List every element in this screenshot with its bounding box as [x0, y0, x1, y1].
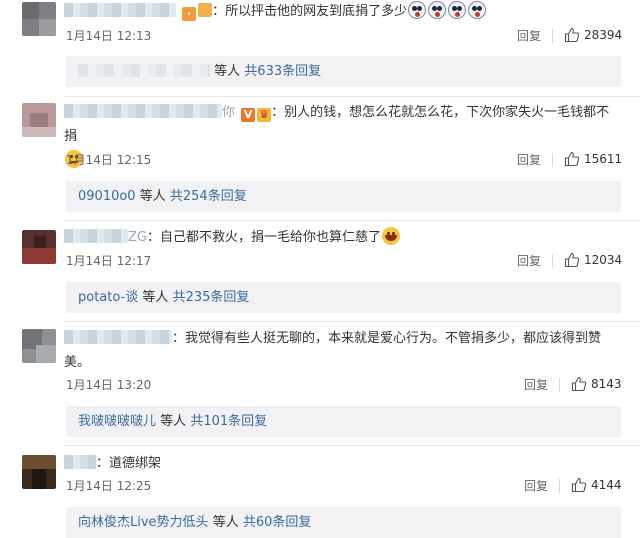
- divider: [552, 153, 553, 167]
- comment-body: ：道德绑架: [96, 456, 162, 471]
- separator: [64, 321, 640, 322]
- thumbs-up-icon: [564, 252, 580, 268]
- vip-badge-icon: ·: [182, 7, 197, 21]
- total-replies-link[interactable]: 共254条回复: [170, 189, 247, 204]
- like-button[interactable]: 15611: [564, 151, 622, 167]
- divider: [559, 378, 560, 392]
- like-button[interactable]: 12034: [564, 252, 622, 268]
- divider: [552, 254, 553, 268]
- avatar[interactable]: [22, 230, 56, 264]
- total-replies-link[interactable]: 共633条回复: [244, 64, 321, 79]
- username-tail[interactable]: ZG: [128, 230, 147, 245]
- reply-button[interactable]: 回复: [517, 28, 541, 44]
- total-replies-link[interactable]: 共235条回复: [173, 290, 250, 305]
- avatar[interactable]: [22, 103, 56, 137]
- thumbs-up-icon: [564, 27, 580, 43]
- like-button[interactable]: 28394: [564, 27, 622, 43]
- divider: [559, 479, 560, 493]
- total-replies-link[interactable]: 共101条回复: [190, 414, 267, 429]
- comment-text: ZG：自己都不救火，捐一毛给你也算仁慈了: [64, 226, 620, 250]
- comment-date: 1月14日 12:15: [66, 153, 152, 167]
- divider: [552, 29, 553, 43]
- username-tail[interactable]: 你: [222, 105, 235, 120]
- total-replies-link[interactable]: 共60条回复: [243, 515, 312, 530]
- others-label: 等人: [142, 290, 169, 305]
- separator: [64, 96, 640, 97]
- comment-date: 1月14日 12:17: [66, 254, 152, 268]
- sub-replies[interactable]: 等人 共633条回复: [66, 56, 621, 87]
- comment-date: 1月14日 12:13: [66, 29, 152, 43]
- comment-text: ：道德绑架: [64, 452, 620, 476]
- separator: [64, 445, 640, 446]
- like-count: 12034: [584, 253, 623, 267]
- thumbs-up-icon: [571, 376, 587, 392]
- sub-replies[interactable]: 09010o0 等人 共254条回复: [66, 181, 621, 212]
- username-mosaic[interactable]: [64, 3, 176, 17]
- like-button[interactable]: 4144: [571, 477, 622, 493]
- verified-v-icon: V: [241, 108, 256, 122]
- comment-text: · ：所以抨击他的网友到底捐了多少: [64, 0, 620, 24]
- sub-replies[interactable]: potato-谈 等人 共235条回复: [66, 282, 621, 313]
- others-label: 等人: [160, 414, 187, 429]
- thumbs-up-icon: [571, 477, 587, 493]
- vip-badge-icon: [198, 3, 213, 17]
- avatar[interactable]: [22, 455, 56, 489]
- like-count: 15611: [584, 152, 623, 166]
- avatar[interactable]: [22, 329, 56, 363]
- username-mosaic[interactable]: [64, 229, 128, 243]
- reply-button[interactable]: 回复: [517, 253, 541, 269]
- shock-face-icon: [428, 1, 447, 19]
- comment-body: ：所以抨击他的网友到底捐了多少: [212, 4, 408, 19]
- like-count: 4144: [591, 478, 622, 492]
- sub-user-mosaic: [78, 64, 210, 77]
- reply-button[interactable]: 回复: [524, 377, 548, 393]
- shock-face-icon: [408, 1, 427, 19]
- like-count: 8143: [591, 377, 622, 391]
- crown-badge-icon: ♛: [257, 108, 272, 122]
- like-count: 28394: [584, 28, 623, 42]
- sub-reply-user-link[interactable]: 向林俊杰Live势力低头: [78, 515, 209, 530]
- sub-reply-user-link[interactable]: 我啵啵啵啵儿: [78, 414, 156, 429]
- others-label: 等人: [214, 64, 241, 79]
- sub-replies[interactable]: 我啵啵啵啵儿 等人 共101条回复: [66, 406, 621, 437]
- username-mosaic[interactable]: [64, 330, 172, 344]
- shock-face-icon: [468, 1, 487, 19]
- comment-body: ：自己都不救火，捐一毛给你也算仁慈了: [146, 230, 381, 245]
- avatar[interactable]: [22, 2, 56, 36]
- laughing-face-icon: [382, 227, 400, 245]
- sub-reply-user-link[interactable]: 09010o0: [78, 189, 136, 204]
- others-label: 等人: [139, 189, 166, 204]
- thumbs-up-icon: [564, 151, 580, 167]
- shock-face-icon: [448, 1, 467, 19]
- comment-date: 1月14日 12:25: [66, 479, 152, 493]
- username-mosaic[interactable]: [64, 104, 222, 118]
- comment-text: ：我觉得有些人挺无聊的，本来就是爱心行为。不管捐多少，都应该得到赞美。: [64, 327, 620, 375]
- sub-reply-user-link[interactable]: potato-谈: [78, 290, 138, 305]
- username-mosaic[interactable]: [64, 455, 96, 469]
- others-label: 等人: [212, 515, 239, 530]
- separator: [64, 220, 640, 221]
- like-button[interactable]: 8143: [571, 376, 622, 392]
- comment-date: 1月14日 13:20: [66, 378, 152, 392]
- reply-button[interactable]: 回复: [517, 152, 541, 168]
- sub-replies[interactable]: 向林俊杰Live势力低头 等人 共60条回复: [66, 507, 621, 538]
- reply-button[interactable]: 回复: [524, 478, 548, 494]
